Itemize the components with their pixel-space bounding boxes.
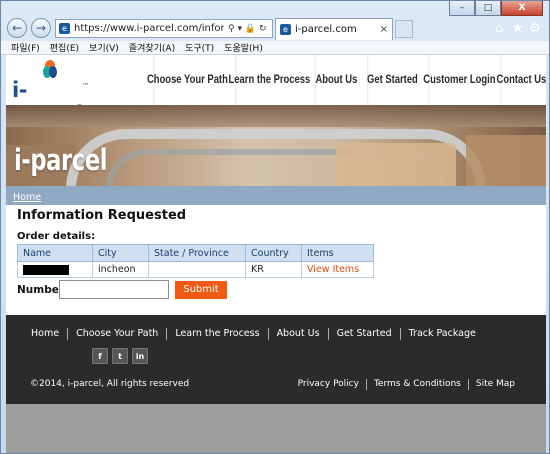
footer-link-choose-your-path[interactable]: Choose Your Path — [67, 328, 166, 340]
lock-icon[interactable]: 🔒 — [245, 24, 256, 34]
copyright-text: ©2014, i-parcel, All rights reserved — [30, 379, 190, 389]
page-background — [6, 404, 546, 453]
refresh-icon[interactable]: ↻ — [259, 24, 267, 34]
menu-tools[interactable]: 도구(T) — [185, 41, 214, 54]
table-row: incheon KR View Items — [17, 261, 374, 278]
address-bar[interactable]: e https://www.i-parcel.com/inforequestse… — [55, 19, 273, 38]
cell-name — [17, 261, 93, 278]
search-icon[interactable]: ⚲ — [228, 24, 235, 34]
browser-toolbar: ← → e https://www.i-parcel.com/inforeque… — [1, 15, 549, 41]
tab-i-parcel[interactable]: e i-parcel.com × — [275, 18, 393, 40]
nav-get-started[interactable]: Get Started — [367, 55, 418, 105]
nav-contact-us[interactable]: Contact Us — [497, 55, 546, 105]
hero-banner: i-parcel — [6, 105, 546, 186]
breadcrumb: Home — [6, 186, 546, 205]
number-input[interactable] — [59, 280, 169, 299]
footer-link-learn-the-process[interactable]: Learn the Process — [166, 328, 267, 340]
column-header-city: City — [92, 244, 149, 262]
close-tab-icon[interactable]: × — [380, 24, 388, 35]
window-controls: – □ X — [449, 1, 543, 16]
arrow-right-icon: → — [35, 21, 47, 35]
address-url[interactable]: https://www.i-parcel.com/inforequestsec — [74, 23, 224, 34]
footer-link-site-map[interactable]: Site Map — [467, 379, 522, 390]
view-items-link[interactable]: View Items — [307, 264, 359, 275]
column-header-state: State / Province — [148, 244, 246, 262]
hero-shelf — [6, 105, 546, 127]
nav-choose-your-path[interactable]: Choose Your Path — [147, 55, 228, 105]
site-logo[interactable]: i-parcel ™ — [12, 60, 90, 126]
footer-link-terms[interactable]: Terms & Conditions — [365, 379, 468, 390]
favorites-star-icon[interactable]: ★ — [512, 21, 524, 36]
hero-title: i-parcel — [14, 143, 108, 177]
forward-button[interactable]: → — [31, 18, 51, 38]
browser-window: – □ X ← → e https://www.i-parcel.com/inf… — [0, 0, 550, 454]
redacted-name — [23, 264, 69, 275]
column-header-country: Country — [245, 244, 302, 262]
back-button[interactable]: ← — [7, 18, 27, 38]
settings-gear-icon[interactable]: ⚙ — [529, 21, 541, 36]
menu-edit[interactable]: 편집(E) — [50, 41, 79, 54]
main-nav: Choose Your Path Learn the Process About… — [146, 55, 546, 105]
menu-file[interactable]: 파일(F) — [11, 41, 40, 54]
tab-title: i-parcel.com — [295, 24, 357, 35]
tab-favicon-icon: e — [280, 24, 291, 35]
order-table: Name City State / Province Country Items… — [17, 244, 374, 278]
maximize-button[interactable]: □ — [475, 1, 501, 16]
order-details-label: Order details: — [17, 231, 96, 242]
page-viewport: i-parcel ™ Choose Your Path Learn the Pr… — [6, 55, 546, 453]
cell-items: View Items — [301, 261, 374, 278]
close-button[interactable]: X — [501, 1, 543, 16]
menu-view[interactable]: 보기(V) — [89, 41, 119, 54]
cell-city: incheon — [92, 261, 149, 278]
hero-box — [336, 143, 456, 186]
footer-legal-links: Privacy Policy Terms & Conditions Site M… — [291, 379, 522, 390]
table-header-row: Name City State / Province Country Items — [17, 244, 374, 262]
address-tools[interactable]: ⚲ ▾ 🔒 ↻ — [228, 24, 267, 34]
footer-link-home[interactable]: Home — [23, 328, 67, 340]
home-icon[interactable]: ⌂ — [495, 21, 503, 36]
nav-learn-the-process[interactable]: Learn the Process — [229, 55, 310, 105]
linkedin-icon[interactable]: in — [132, 348, 148, 364]
nav-about-us[interactable]: About Us — [314, 55, 357, 105]
site-favicon-icon: e — [59, 23, 70, 34]
menu-favorites[interactable]: 즐겨찾기(A) — [129, 41, 175, 54]
page-title: Information Requested — [17, 208, 187, 223]
main-content: Information Requested Order details: Nam… — [17, 208, 537, 299]
footer-link-get-started[interactable]: Get Started — [327, 328, 400, 340]
cell-country: KR — [245, 261, 302, 278]
cell-state — [148, 261, 246, 278]
footer-link-about-us[interactable]: About Us — [267, 328, 328, 340]
breadcrumb-home-link[interactable]: Home — [13, 192, 41, 203]
number-label: Number — [17, 283, 65, 296]
menu-help[interactable]: 도움말(H) — [224, 41, 263, 54]
number-form: Number Submit — [17, 280, 227, 299]
footer-nav: Home Choose Your Path Learn the Process … — [23, 328, 484, 340]
site-header: i-parcel ™ Choose Your Path Learn the Pr… — [6, 55, 546, 126]
dropdown-arrow-icon[interactable]: ▾ — [237, 24, 242, 34]
trademark-mark: ™ — [82, 82, 89, 90]
twitter-icon[interactable]: t — [112, 348, 128, 364]
footer-link-privacy-policy[interactable]: Privacy Policy — [291, 379, 366, 390]
footer-link-track-package[interactable]: Track Package — [399, 328, 484, 340]
column-header-name: Name — [17, 244, 93, 262]
hero-box — [466, 135, 546, 186]
social-links: f t in — [92, 348, 152, 364]
logo-mark-icon — [43, 60, 57, 78]
submit-button[interactable]: Submit — [175, 280, 227, 299]
facebook-icon[interactable]: f — [92, 348, 108, 364]
minimize-button[interactable]: – — [449, 1, 475, 16]
column-header-items: Items — [301, 244, 374, 262]
menu-bar: 파일(F) 편집(E) 보기(V) 즐겨찾기(A) 도구(T) 도움말(H) — [1, 41, 549, 55]
nav-customer-login[interactable]: Customer Login — [423, 55, 496, 105]
new-tab-button[interactable] — [395, 20, 413, 38]
arrow-left-icon: ← — [11, 21, 23, 35]
site-footer: Home Choose Your Path Learn the Process … — [6, 315, 546, 404]
